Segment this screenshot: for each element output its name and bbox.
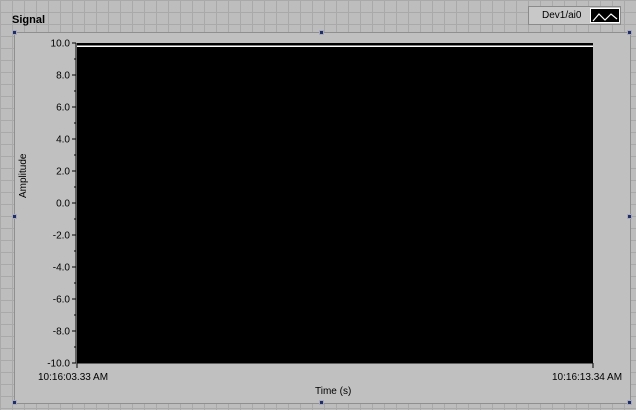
axes-svg: 10.0 8.0 6.0 4.0 2.0 0.0 -2.0 -4.0 -6.0 -8.0 -10.0 bbox=[47, 39, 594, 370]
x-tick-label-start: 10:16:03.33 AM bbox=[38, 372, 109, 383]
y-tick-label: 4.0 bbox=[56, 135, 70, 146]
resize-handle-br[interactable] bbox=[627, 400, 632, 405]
y-axis-title: Amplitude bbox=[18, 153, 29, 198]
resize-handle-bm[interactable] bbox=[319, 400, 324, 405]
y-tick-label: 2.0 bbox=[56, 167, 70, 178]
resize-handle-tm[interactable] bbox=[319, 30, 324, 35]
y-tick-label: -8.0 bbox=[53, 327, 71, 338]
resize-handle-ml[interactable] bbox=[12, 214, 17, 219]
resize-handle-tr[interactable] bbox=[627, 30, 632, 35]
resize-handle-tl[interactable] bbox=[12, 30, 17, 35]
y-tick-label: 10.0 bbox=[51, 39, 71, 50]
y-tick-label: 8.0 bbox=[56, 71, 70, 82]
resize-handle-mr[interactable] bbox=[627, 214, 632, 219]
y-tick-label: -4.0 bbox=[53, 263, 71, 274]
resize-handle-bl[interactable] bbox=[12, 400, 17, 405]
y-tick-label: -6.0 bbox=[53, 295, 71, 306]
x-axis bbox=[76, 362, 594, 368]
x-tick-label-end: 10:16:13.34 AM bbox=[552, 372, 623, 383]
y-tick-label: -10.0 bbox=[47, 359, 70, 370]
x-axis-title: Time (s) bbox=[315, 386, 352, 397]
y-axis: 10.0 8.0 6.0 4.0 2.0 0.0 -2.0 -4.0 -6.0 -8.0 -10.0 bbox=[47, 39, 77, 370]
y-tick-label: 0.0 bbox=[56, 199, 70, 210]
y-tick-label: 6.0 bbox=[56, 103, 70, 114]
y-tick-label: -2.0 bbox=[53, 231, 71, 242]
